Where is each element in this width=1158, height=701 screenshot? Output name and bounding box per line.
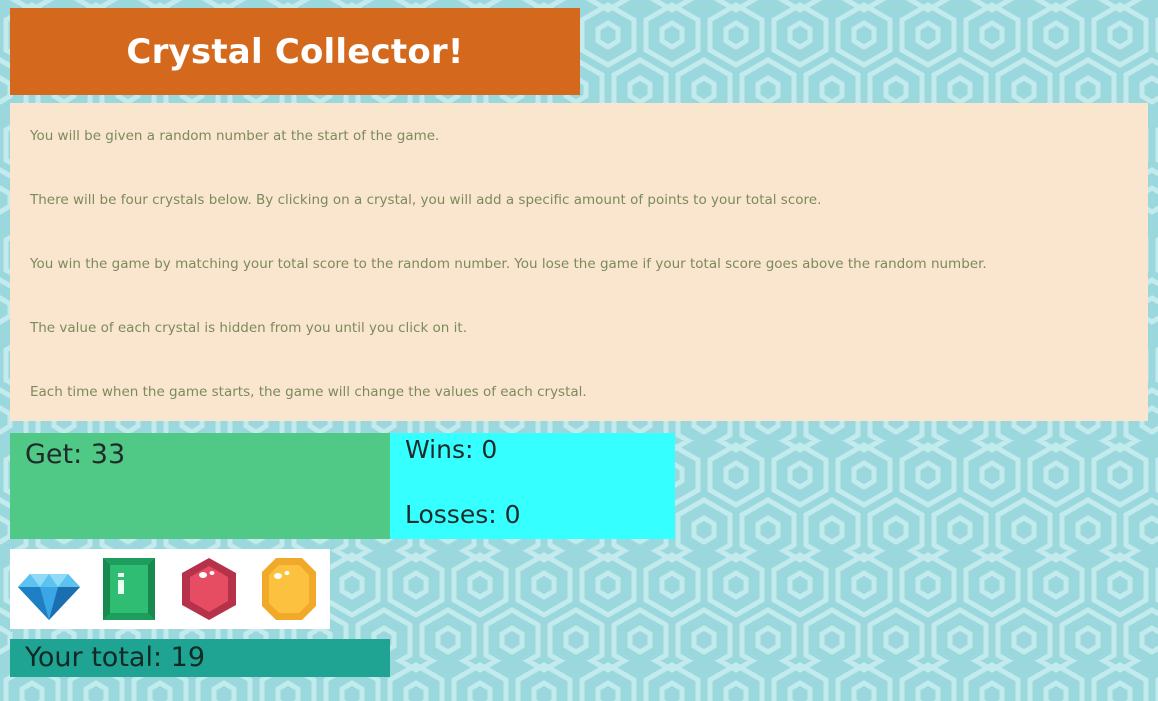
red-ruby-icon	[182, 558, 236, 620]
crystal-button-red[interactable]	[172, 552, 246, 626]
yellow-topaz-icon	[262, 558, 316, 620]
instruction-line: There will be four crystals below. By cl…	[30, 192, 822, 208]
target-number-panel: Get: 33	[10, 433, 390, 539]
crystal-button-green[interactable]	[92, 552, 166, 626]
crystal-tray	[10, 549, 330, 629]
total-score-label: Your total: 19	[25, 642, 205, 673]
green-emerald-icon	[103, 558, 155, 620]
blue-diamond-icon	[18, 574, 80, 620]
instruction-line: The value of each crystal is hidden from…	[30, 320, 467, 336]
instruction-line: You win the game by matching your total …	[30, 256, 987, 272]
instructions-panel: You will be given a random number at the…	[10, 103, 1148, 421]
wins-counter: Wins: 0	[405, 435, 498, 464]
losses-counter: Losses: 0	[405, 500, 521, 529]
instruction-line: You will be given a random number at the…	[30, 128, 440, 144]
target-number-label: Get: 33	[25, 439, 126, 470]
title-banner: Crystal Collector!	[10, 8, 580, 95]
instruction-line: Each time when the game starts, the game…	[30, 384, 587, 400]
page-title: Crystal Collector!	[126, 31, 464, 72]
scoreboard-panel: Wins: 0 Losses: 0	[390, 433, 675, 539]
crystal-button-yellow[interactable]	[252, 552, 326, 626]
crystal-button-blue[interactable]	[12, 552, 86, 626]
total-score-panel: Your total: 19	[10, 639, 390, 677]
